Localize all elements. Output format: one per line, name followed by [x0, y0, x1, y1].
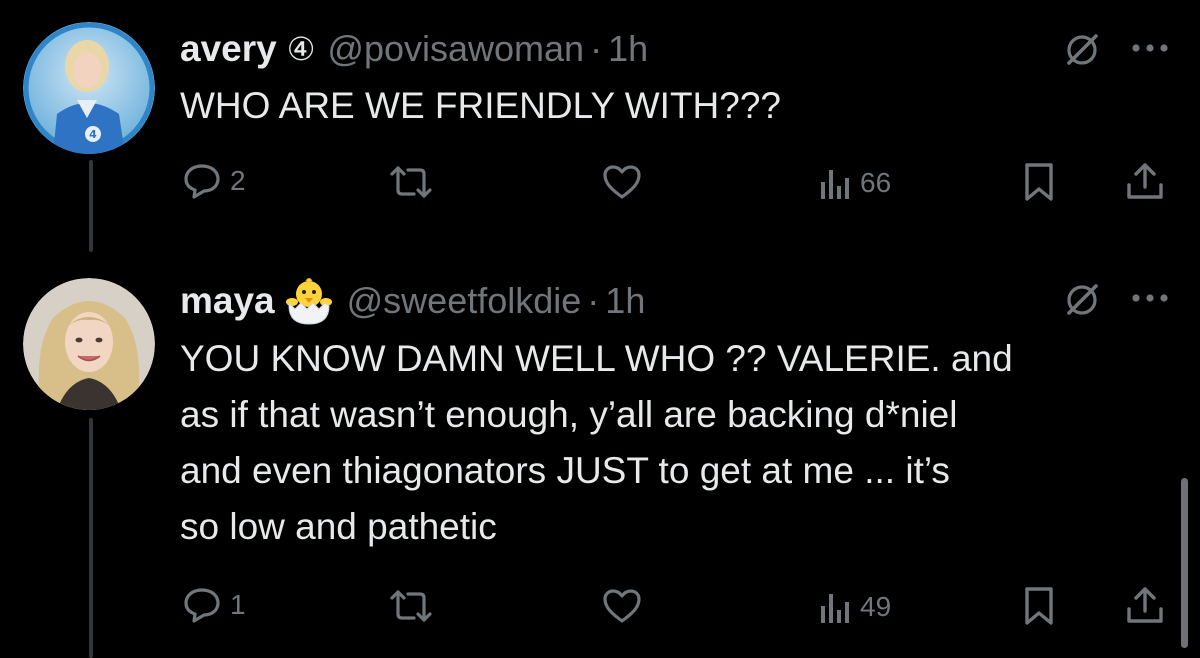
reply-icon: [184, 164, 220, 199]
views-button[interactable]: 66: [818, 162, 891, 204]
timestamp[interactable]: 1h: [608, 28, 648, 70]
grok-icon[interactable]: [1060, 278, 1104, 322]
views-count: 66: [860, 167, 892, 198]
scrollbar[interactable]: [1181, 478, 1188, 648]
avatar-avery: 4: [23, 22, 155, 154]
tweet-text: WHO ARE WE FRIENDLY WITH???: [180, 85, 781, 126]
tweet-maya[interactable]: maya @sweetfolkdie · 1h YOU KNOW DAMN WE…: [0, 250, 1200, 658]
svg-text:4: 4: [89, 128, 97, 141]
reply-button[interactable]: 2: [182, 160, 246, 202]
grok-icon[interactable]: [1060, 28, 1104, 72]
bookmark-button[interactable]: [1021, 584, 1057, 628]
timestamp[interactable]: 1h: [605, 280, 645, 322]
separator-dot: ·: [587, 280, 600, 321]
avatar[interactable]: [23, 278, 155, 410]
share-button[interactable]: [1124, 584, 1166, 628]
hatching-chick-icon: [283, 276, 335, 326]
reply-count: 2: [230, 165, 246, 196]
views-icon: [821, 170, 849, 199]
views-icon: [821, 594, 849, 623]
bookmark-icon: [1025, 163, 1053, 201]
user-handle[interactable]: @povisawoman: [327, 28, 584, 70]
repost-icon: [390, 166, 432, 198]
share-icon: [1127, 587, 1163, 623]
avatar[interactable]: 4: [23, 22, 155, 154]
like-icon: [603, 589, 641, 623]
more-icon[interactable]: [1126, 36, 1174, 60]
reply-icon: [184, 588, 220, 623]
display-name[interactable]: maya: [180, 280, 275, 322]
separator-dot: ·: [590, 28, 603, 69]
tweet-avery[interactable]: 4 avery ④ @povisawoman · 1h WHO ARE WE F…: [0, 0, 1200, 250]
like-button[interactable]: [601, 162, 643, 202]
share-button[interactable]: [1124, 160, 1166, 204]
like-icon: [603, 165, 641, 199]
reply-count: 1: [230, 589, 246, 620]
repost-icon: [390, 590, 432, 622]
repost-button[interactable]: [388, 586, 434, 626]
tweet-header: maya @sweetfolkdie · 1h: [180, 276, 645, 326]
like-button[interactable]: [601, 586, 643, 626]
bookmark-button[interactable]: [1021, 160, 1057, 204]
user-handle[interactable]: @sweetfolkdie: [347, 280, 582, 322]
repost-button[interactable]: [388, 162, 434, 202]
display-name[interactable]: avery: [180, 28, 277, 70]
tweet-text: YOU KNOW DAMN WELL WHO ?? VALERIE. and a…: [180, 338, 1013, 547]
tweet-header: avery ④ @povisawoman · 1h: [180, 24, 648, 74]
name-badge: ④: [286, 31, 316, 67]
views-count: 49: [860, 591, 892, 622]
more-icon[interactable]: [1126, 286, 1174, 310]
share-icon: [1127, 163, 1163, 199]
bookmark-icon: [1025, 587, 1053, 625]
reply-button[interactable]: 1: [182, 584, 246, 626]
avatar-maya: [23, 278, 155, 410]
views-button[interactable]: 49: [818, 586, 891, 628]
